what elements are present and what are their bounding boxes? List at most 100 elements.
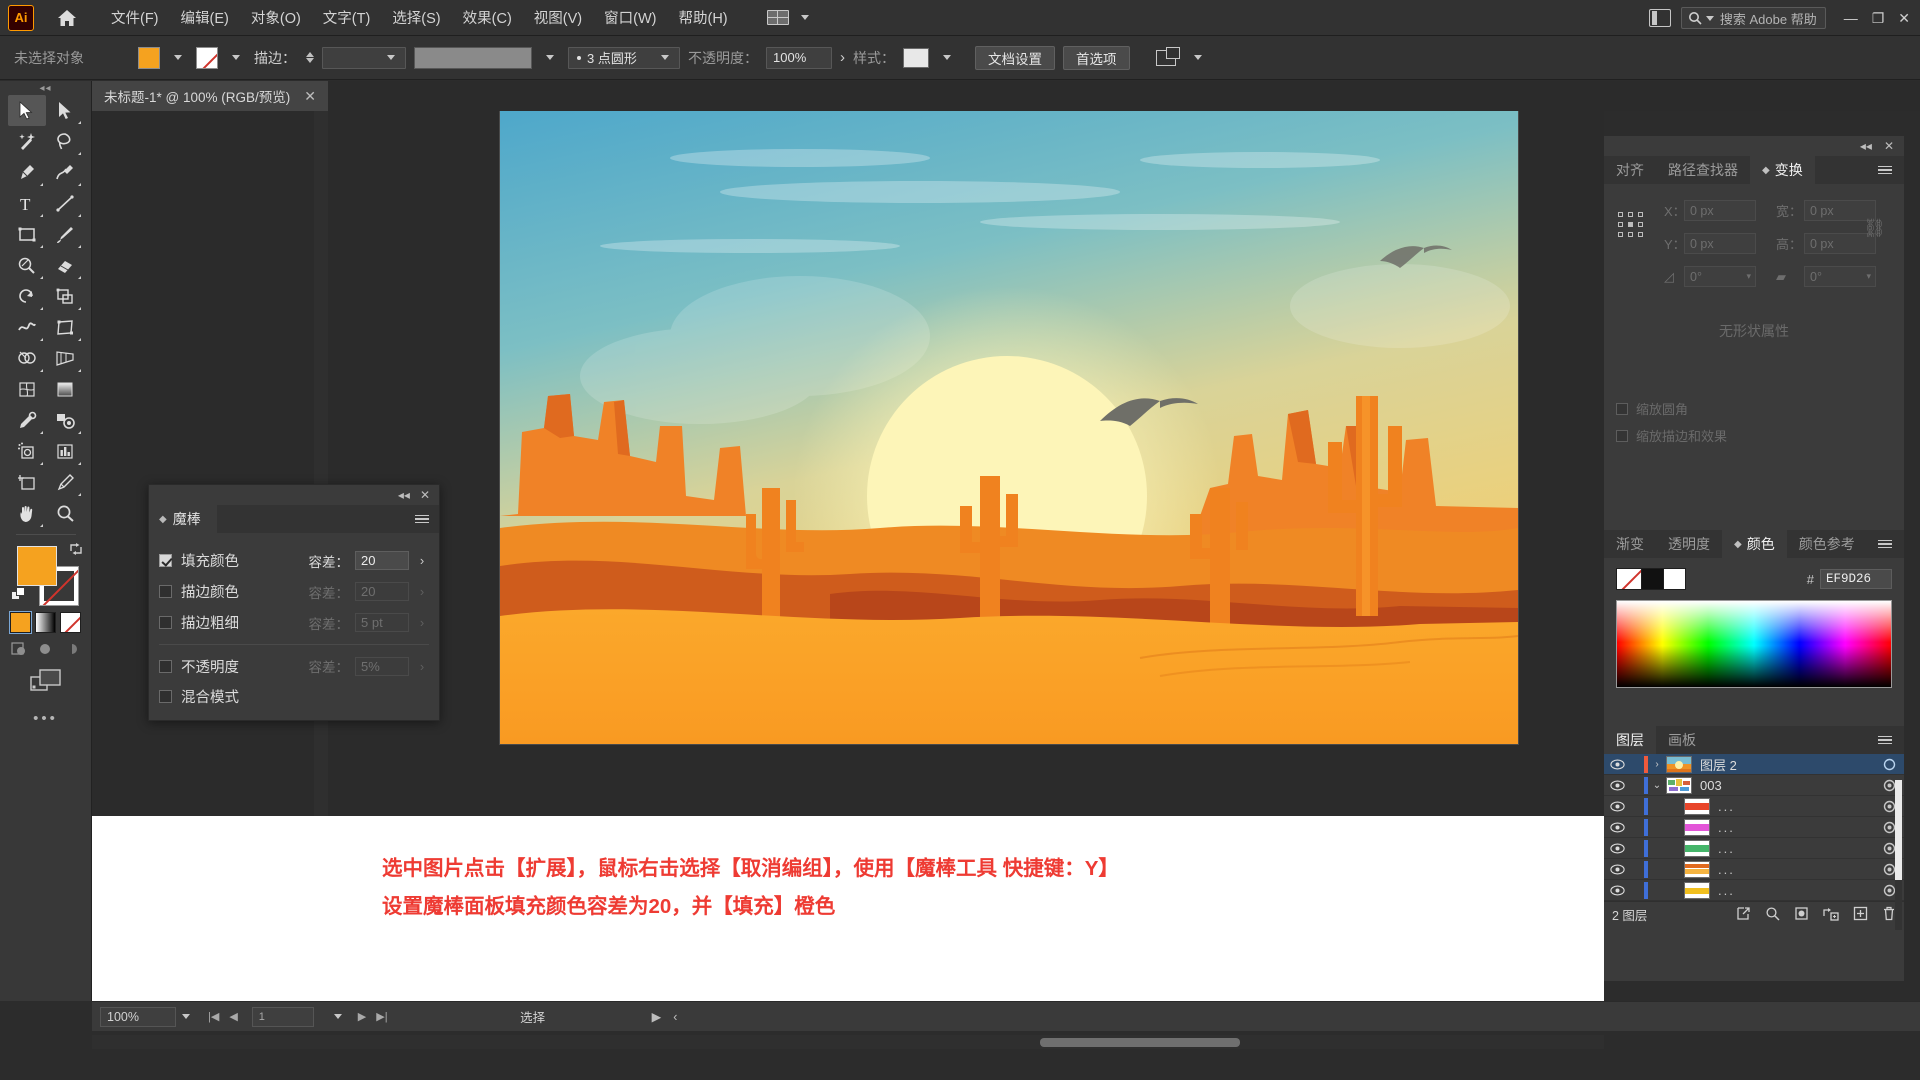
- tab-gradient[interactable]: 渐变: [1604, 530, 1656, 558]
- opacity-tolerance-input[interactable]: 5%: [355, 656, 409, 676]
- menu-select[interactable]: 选择(S): [381, 1, 451, 34]
- tab-color[interactable]: ◆ 颜色: [1722, 530, 1787, 558]
- tab-color-guide[interactable]: 颜色参考: [1787, 530, 1867, 558]
- slice-tool[interactable]: [46, 467, 84, 498]
- search-help-field[interactable]: 搜索 Adobe 帮助: [1680, 7, 1826, 29]
- paintbrush-tool[interactable]: [46, 219, 84, 250]
- visibility-eye-icon[interactable]: [1604, 885, 1630, 896]
- minimize-button[interactable]: —: [1844, 10, 1858, 26]
- status-expand-arrow[interactable]: ▶: [652, 1009, 662, 1024]
- chevron-down-icon[interactable]: [943, 55, 951, 60]
- stroke-color-swatch[interactable]: [196, 46, 218, 69]
- brush-definition-combo[interactable]: 3 点圆形: [568, 46, 680, 69]
- stroke-weight-checkbox[interactable]: [159, 616, 172, 629]
- fill-color-checkbox[interactable]: [159, 554, 172, 567]
- direct-selection-tool[interactable]: [46, 95, 84, 126]
- lasso-tool[interactable]: [46, 126, 84, 157]
- stroke-weight-combo[interactable]: [322, 46, 406, 69]
- tab-align[interactable]: 对齐: [1604, 156, 1656, 184]
- fill-color-swatch[interactable]: [138, 46, 160, 69]
- zoom-level-field[interactable]: 100%: [100, 1006, 176, 1027]
- perspective-grid-tool[interactable]: [46, 343, 84, 374]
- draw-behind-icon[interactable]: [37, 641, 55, 657]
- eyedropper-tool[interactable]: [8, 405, 46, 436]
- color-none-swatch[interactable]: [1616, 568, 1642, 590]
- tab-pathfinder[interactable]: 路径查找器: [1656, 156, 1750, 184]
- rectangle-tool[interactable]: [8, 219, 46, 250]
- layer-name[interactable]: ...: [1718, 841, 1874, 856]
- rotate-tool[interactable]: [8, 281, 46, 312]
- next-artboard-button[interactable]: ▶: [358, 1010, 366, 1023]
- layer-name[interactable]: ...: [1718, 799, 1874, 814]
- y-field[interactable]: 0 px: [1684, 233, 1756, 254]
- x-field[interactable]: 0 px: [1684, 200, 1756, 221]
- column-graph-tool[interactable]: [46, 436, 84, 467]
- zoom-tool[interactable]: [46, 498, 84, 529]
- panel-menu-icon[interactable]: [1878, 735, 1904, 745]
- color-black-swatch[interactable]: [1642, 568, 1664, 590]
- screen-mode-button[interactable]: [29, 667, 63, 698]
- release-to-layers-icon[interactable]: [1736, 906, 1751, 924]
- menu-file[interactable]: 文件(F): [100, 1, 170, 34]
- delete-layer-icon[interactable]: [1882, 906, 1896, 924]
- tab-magic-wand[interactable]: ◆ 魔棒: [149, 505, 217, 533]
- tab-transform[interactable]: ◆ 变换: [1750, 156, 1815, 184]
- visibility-eye-icon[interactable]: [1604, 843, 1630, 854]
- opacity-checkbox[interactable]: [159, 659, 172, 673]
- pen-tool[interactable]: [8, 157, 46, 188]
- layer-row-6[interactable]: ...: [1604, 859, 1904, 880]
- chevron-down-icon[interactable]: [232, 55, 240, 60]
- symbol-sprayer-tool[interactable]: [8, 436, 46, 467]
- document-setup-button[interactable]: 文档设置: [975, 45, 1055, 70]
- layer-row-7[interactable]: ...: [1604, 880, 1904, 901]
- artboard[interactable]: [500, 111, 1518, 744]
- twirl-icon[interactable]: ⌄: [1648, 780, 1666, 791]
- hex-value-input[interactable]: EF9D26: [1820, 569, 1892, 589]
- curvature-tool[interactable]: [46, 157, 84, 188]
- home-icon[interactable]: [56, 8, 78, 28]
- close-icon[interactable]: ✕: [1884, 139, 1894, 153]
- toolbar-collapse-handle[interactable]: ◂◂: [0, 81, 91, 95]
- layer-row-5[interactable]: ...: [1604, 838, 1904, 859]
- fill-tolerance-slider-arrow[interactable]: ›: [415, 553, 429, 568]
- visibility-eye-icon[interactable]: [1604, 801, 1630, 812]
- shape-builder-tool[interactable]: [8, 343, 46, 374]
- stroke-color-checkbox[interactable]: [159, 585, 172, 598]
- tab-artboards[interactable]: 画板: [1656, 726, 1708, 754]
- type-tool[interactable]: T: [8, 188, 46, 219]
- visibility-eye-icon[interactable]: [1604, 759, 1630, 770]
- edit-toolbar-button[interactable]: •••: [33, 710, 58, 727]
- create-new-layer-icon[interactable]: [1853, 906, 1868, 924]
- tab-transparency[interactable]: 透明度: [1656, 530, 1722, 558]
- opacity-options-arrow[interactable]: ›: [840, 49, 845, 66]
- menu-object[interactable]: 对象(O): [240, 1, 312, 34]
- layer-row-3[interactable]: ...: [1604, 796, 1904, 817]
- panel-menu-icon[interactable]: [1878, 165, 1904, 175]
- close-icon[interactable]: ✕: [420, 488, 430, 502]
- scale-corners-option[interactable]: 缩放圆角: [1616, 399, 1892, 418]
- stroke-profile-combo[interactable]: [414, 46, 560, 69]
- shear-angle-combo[interactable]: 0° ▾: [1804, 266, 1876, 287]
- menu-view[interactable]: 视图(V): [523, 1, 593, 34]
- stroke-tolerance-slider-arrow[interactable]: ›: [415, 584, 429, 599]
- draw-inside-icon[interactable]: [63, 641, 81, 657]
- mesh-tool[interactable]: [8, 374, 46, 405]
- scale-strokes-checkbox[interactable]: [1616, 429, 1628, 442]
- layer-name[interactable]: 003: [1700, 778, 1874, 793]
- collapse-icon[interactable]: ◂◂: [398, 488, 410, 502]
- align-objects-icon[interactable]: [1155, 46, 1180, 66]
- visibility-eye-icon[interactable]: [1604, 780, 1630, 791]
- canvas-horizontal-scrollbar[interactable]: [92, 1035, 1604, 1049]
- first-artboard-button[interactable]: |◀: [208, 1010, 219, 1023]
- weight-tolerance-input[interactable]: 5 pt: [355, 613, 409, 632]
- color-spectrum-ramp[interactable]: [1616, 600, 1892, 688]
- constrain-proportions-icon[interactable]: ⛓: [1863, 218, 1886, 239]
- swap-fill-stroke-icon[interactable]: [69, 542, 83, 559]
- opacity-field[interactable]: 100%: [766, 46, 832, 69]
- chevron-down-icon[interactable]: [174, 55, 182, 60]
- line-segment-tool[interactable]: [46, 188, 84, 219]
- weight-tolerance-slider-arrow[interactable]: ›: [415, 615, 429, 630]
- artboard-tool[interactable]: [8, 467, 46, 498]
- fill-swatch-large[interactable]: [16, 546, 57, 586]
- status-menu-arrow[interactable]: ‹: [673, 1010, 677, 1024]
